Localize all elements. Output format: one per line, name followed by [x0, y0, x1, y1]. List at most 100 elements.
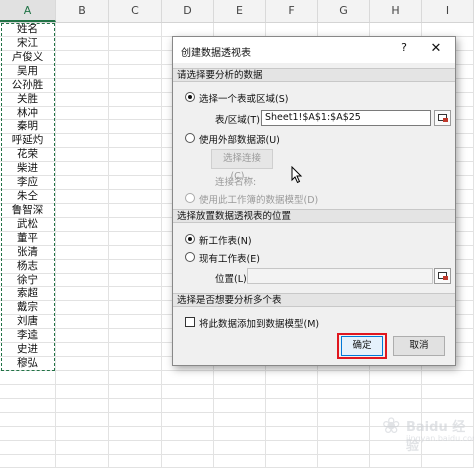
name-cell[interactable]: 李应 [0, 176, 56, 191]
cell[interactable] [318, 440, 370, 455]
cell[interactable] [56, 190, 109, 204]
cell[interactable] [109, 50, 162, 65]
name-cell[interactable]: 戴宗 [0, 301, 56, 316]
cell[interactable] [109, 231, 162, 246]
name-cell[interactable]: 张清 [0, 245, 56, 260]
cell[interactable] [266, 384, 318, 399]
cell[interactable] [370, 454, 422, 468]
cell[interactable] [56, 106, 109, 121]
name-cell[interactable] [0, 440, 56, 455]
cell[interactable] [370, 371, 422, 385]
cell[interactable] [214, 426, 266, 441]
name-cell[interactable] [0, 426, 56, 441]
cell[interactable] [109, 203, 162, 218]
cell[interactable] [266, 454, 318, 468]
cell[interactable] [56, 64, 109, 79]
radio-existing-worksheet[interactable] [185, 252, 195, 262]
cell[interactable] [109, 92, 162, 107]
cell[interactable] [318, 23, 370, 37]
cell[interactable] [162, 412, 214, 427]
cell[interactable] [109, 245, 162, 260]
cell[interactable] [162, 426, 214, 441]
cell[interactable] [266, 371, 318, 385]
cell[interactable] [109, 134, 162, 149]
cell[interactable] [56, 412, 109, 427]
cell[interactable] [56, 92, 109, 107]
cell[interactable] [214, 440, 266, 455]
column-header-h[interactable]: H [370, 0, 422, 22]
add-to-data-model-checkbox[interactable] [185, 317, 195, 327]
column-header-g[interactable]: G [318, 0, 370, 22]
radio-select-range[interactable] [185, 92, 195, 102]
name-cell[interactable]: 杨志 [0, 259, 56, 274]
header-cell[interactable]: 姓名 [0, 23, 56, 37]
name-cell[interactable]: 武松 [0, 217, 56, 232]
name-cell[interactable]: 徐宁 [0, 273, 56, 288]
name-cell[interactable]: 董平 [0, 231, 56, 246]
cell[interactable] [109, 440, 162, 455]
name-cell[interactable]: 吴用 [0, 64, 56, 79]
cell[interactable] [214, 384, 266, 399]
cell[interactable] [370, 23, 422, 37]
cell[interactable] [318, 426, 370, 441]
cell[interactable] [56, 273, 109, 288]
cell[interactable] [109, 343, 162, 358]
cell[interactable] [109, 217, 162, 232]
cell[interactable] [56, 287, 109, 302]
cell[interactable] [56, 315, 109, 330]
cell[interactable] [109, 176, 162, 191]
name-cell[interactable]: 刘唐 [0, 315, 56, 330]
cell[interactable] [56, 440, 109, 455]
cell[interactable] [266, 412, 318, 427]
cell[interactable] [162, 371, 214, 385]
cell[interactable] [214, 412, 266, 427]
name-cell[interactable]: 花荣 [0, 148, 56, 163]
cell[interactable] [109, 148, 162, 163]
cell[interactable] [214, 371, 266, 385]
cell[interactable] [370, 398, 422, 413]
name-cell[interactable]: 柴进 [0, 162, 56, 177]
name-cell[interactable]: 朱仝 [0, 190, 56, 204]
cell[interactable] [109, 162, 162, 177]
cell[interactable] [318, 398, 370, 413]
name-cell[interactable] [0, 384, 56, 399]
cell[interactable] [109, 454, 162, 468]
cell[interactable] [56, 78, 109, 93]
cell[interactable] [422, 23, 474, 37]
location-picker-button[interactable] [434, 268, 451, 284]
name-cell[interactable]: 秦明 [0, 120, 56, 135]
cancel-button[interactable]: 取消 [393, 336, 445, 356]
cell[interactable] [266, 398, 318, 413]
cell[interactable] [109, 384, 162, 399]
cell[interactable] [162, 454, 214, 468]
name-cell[interactable]: 关胜 [0, 92, 56, 107]
cell[interactable] [109, 36, 162, 51]
name-cell[interactable] [0, 454, 56, 468]
column-header-f[interactable]: F [266, 0, 318, 22]
cell[interactable] [162, 23, 214, 37]
cell[interactable] [109, 259, 162, 274]
name-cell[interactable]: 呼延灼 [0, 134, 56, 149]
radio-data-model[interactable] [185, 193, 195, 203]
cell[interactable] [56, 50, 109, 65]
cell[interactable] [56, 162, 109, 177]
cell[interactable] [109, 120, 162, 135]
cell[interactable] [109, 64, 162, 79]
location-input[interactable] [247, 268, 433, 284]
cell[interactable] [56, 371, 109, 385]
cell[interactable] [422, 398, 474, 413]
column-header-i[interactable]: I [422, 0, 474, 22]
cell[interactable] [214, 398, 266, 413]
cell[interactable] [266, 426, 318, 441]
cell[interactable] [56, 259, 109, 274]
name-cell[interactable]: 李逵 [0, 329, 56, 344]
cell[interactable] [56, 398, 109, 413]
cell[interactable] [109, 78, 162, 93]
name-cell[interactable]: 鲁智深 [0, 203, 56, 218]
cell[interactable] [162, 440, 214, 455]
cell[interactable] [109, 273, 162, 288]
column-header-e[interactable]: E [214, 0, 266, 22]
cell[interactable] [318, 384, 370, 399]
cell[interactable] [109, 357, 162, 371]
name-cell[interactable]: 穆弘 [0, 357, 56, 371]
